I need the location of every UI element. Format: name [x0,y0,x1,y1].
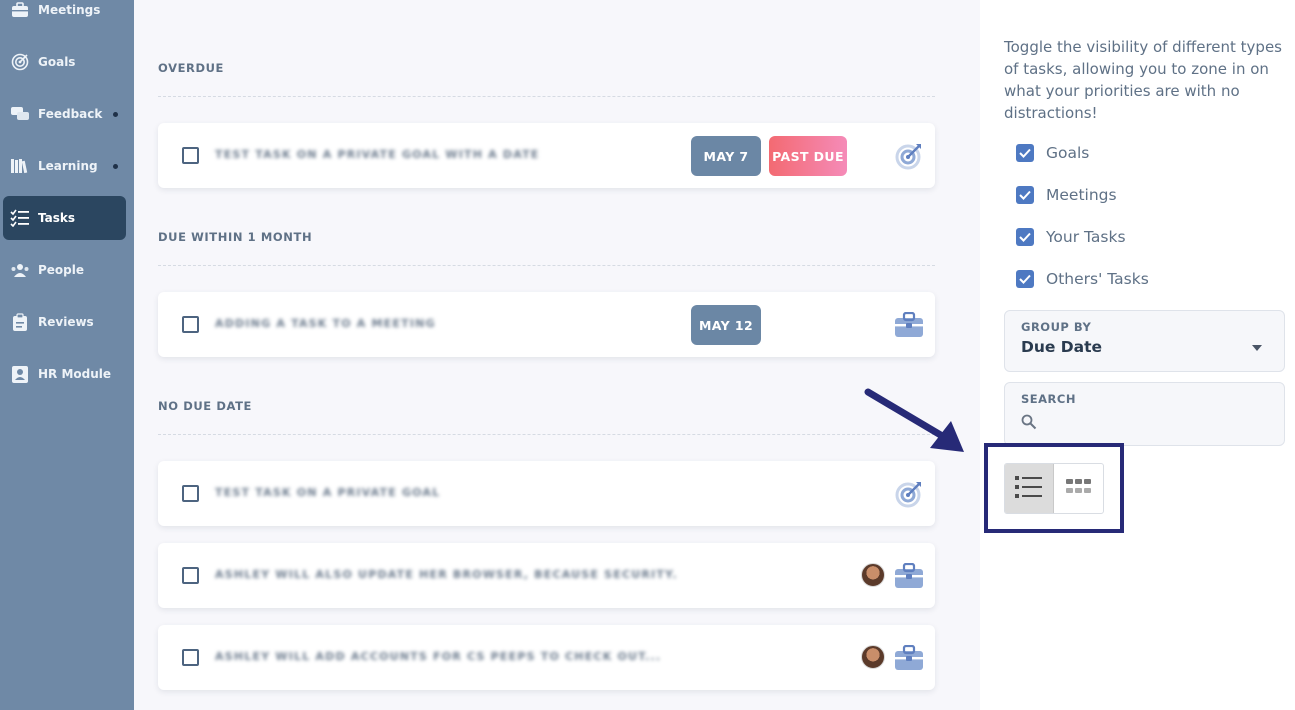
checklist-icon [10,208,30,228]
task-checkbox[interactable] [182,567,199,584]
sidebar-item-label: HR Module [38,367,112,381]
task-title[interactable]: Test task on a private goal [215,486,440,499]
view-toggle[interactable] [1004,463,1104,514]
clipboard-icon [10,312,30,332]
task-card[interactable]: Test task on a private goal with a date … [158,123,935,188]
grid-view-button[interactable] [1054,464,1103,513]
sidebar-item-reviews[interactable]: Reviews [0,300,134,344]
sidebar-item-goals[interactable]: Goals [0,40,134,84]
group-by-label: GROUP BY [1021,320,1092,334]
task-card[interactable]: Ashley will also update her browser, bec… [158,543,935,608]
past-due-badge: PAST DUE [769,136,847,176]
task-title[interactable]: Adding a task to a meeting [215,317,436,330]
briefcase-icon [10,0,30,20]
due-date-badge: MAY 7 [691,136,761,176]
task-title[interactable]: Test task on a private goal with a date [215,148,540,161]
sidebar-item-feedback[interactable]: Feedback [0,92,134,136]
task-card[interactable]: Adding a task to a meeting MAY 12 [158,292,935,357]
group-by-value: Due Date [1021,338,1103,356]
target-icon [10,52,30,72]
task-card[interactable]: Test task on a private goal [158,461,935,526]
sidebar-item-label: Reviews [38,315,94,329]
sidebar-item-label: Learning [38,159,98,173]
sidebar-item-label: People [38,263,85,277]
avatar [861,563,885,587]
target-icon[interactable] [894,142,924,170]
section-title-due-within-1-month: DUE WITHIN 1 MONTH [158,230,313,244]
chat-bubbles-icon [10,104,30,124]
section-divider [158,265,935,266]
sidebar-item-label: Goals [38,55,76,69]
toggle-others-tasks[interactable]: Others' Tasks [1016,269,1149,289]
filter-panel: Toggle the visibility of different types… [980,0,1295,710]
task-title[interactable]: Ashley will also update her browser, bec… [215,568,678,581]
toggle-goals[interactable]: Goals [1016,143,1089,163]
section-title-no-due-date: NO DUE DATE [158,399,253,413]
search-label: SEARCH [1021,392,1076,406]
avatar [861,645,885,669]
search-input[interactable] [1043,409,1273,433]
search-field[interactable]: SEARCH [1004,382,1285,446]
list-view-button[interactable] [1005,464,1054,513]
briefcase-icon[interactable] [894,562,924,590]
search-icon [1021,414,1037,434]
due-date-badge: MAY 12 [691,305,761,345]
toggle-label: Meetings [1046,186,1117,204]
checkbox-checked-icon[interactable] [1016,186,1034,204]
grid-view-icon [1065,477,1093,501]
toggle-your-tasks[interactable]: Your Tasks [1016,227,1126,247]
sidebar: Meetings Goals Feedback Learning Tasks P… [0,0,134,710]
sidebar-item-learning[interactable]: Learning [0,144,134,188]
toggle-label: Goals [1046,144,1090,162]
annotation-arrow-icon [864,388,964,452]
task-checkbox[interactable] [182,649,199,666]
task-checkbox[interactable] [182,485,199,502]
briefcase-icon[interactable] [894,644,924,672]
section-divider [158,434,935,435]
caret-down-icon [1252,345,1262,351]
task-checkbox[interactable] [182,147,199,164]
task-card[interactable]: Ashley will add accounts for CS peeps to… [158,625,935,690]
checkbox-checked-icon[interactable] [1016,270,1034,288]
section-divider [158,96,935,97]
sidebar-item-people[interactable]: People [0,248,134,292]
notification-dot [113,112,118,117]
briefcase-icon[interactable] [894,311,924,339]
sidebar-item-label: Feedback [38,107,103,121]
sidebar-item-meetings[interactable]: Meetings [0,0,134,32]
task-title[interactable]: Ashley will add accounts for CS peeps to… [215,650,661,663]
target-icon[interactable] [894,480,924,508]
task-list: OVERDUE Test task on a private goal with… [134,0,980,710]
checkbox-checked-icon[interactable] [1016,228,1034,246]
group-by-select[interactable]: GROUP BY Due Date [1004,310,1285,372]
panel-description: Toggle the visibility of different types… [1004,38,1282,122]
task-checkbox[interactable] [182,316,199,333]
sidebar-item-label: Tasks [38,211,76,225]
toggle-meetings[interactable]: Meetings [1016,185,1117,205]
people-icon [10,260,30,280]
section-title-overdue: OVERDUE [158,61,225,75]
sidebar-item-tasks[interactable]: Tasks [3,196,126,240]
checkbox-checked-icon[interactable] [1016,144,1034,162]
sidebar-item-hr-module[interactable]: HR Module [0,352,134,396]
sidebar-item-label: Meetings [38,3,101,17]
id-badge-icon [10,364,30,384]
list-view-icon [1014,475,1044,503]
books-icon [10,156,30,176]
toggle-label: Your Tasks [1046,228,1126,246]
toggle-label: Others' Tasks [1046,270,1149,288]
notification-dot [113,164,118,169]
